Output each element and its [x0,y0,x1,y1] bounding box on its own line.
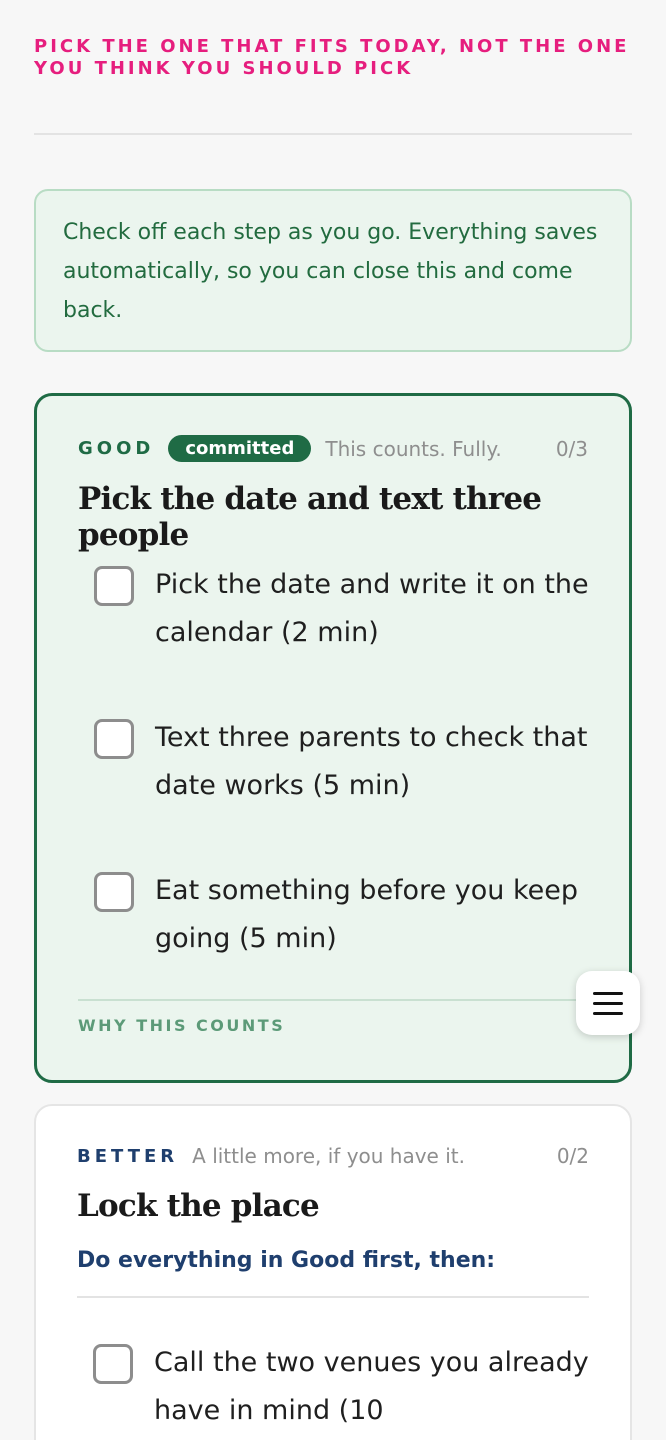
header-divider [34,133,632,135]
step-text: Eat something before you keep going (5 m… [155,875,579,954]
tier-header-better: BETTER A little more, if you have it. 0/… [77,1144,589,1168]
step-item[interactable]: Call the two venues you already have in … [93,1339,590,1435]
why-divider [78,999,588,1001]
hamburger-menu-icon[interactable] [576,971,640,1035]
tier-label-good: GOOD [78,438,155,459]
step-item[interactable]: Pick the date and write it on the calend… [94,561,589,657]
progress-count-good: 0/3 [555,436,588,461]
menu-bar [593,991,623,995]
autosave-info-box: Check off each step as you go. Everythin… [34,189,632,352]
tier-label-better: BETTER [77,1145,179,1167]
step-item[interactable]: Eat something before you keep going (5 m… [94,867,589,963]
committed-badge: committed [168,435,312,462]
autosave-info-text: Check off each step as you go. Everythin… [63,220,598,323]
tier-subtitle-good: This counts. Fully. [325,436,502,461]
step-text: Pick the date and write it on the calend… [155,569,589,648]
menu-bar [593,1001,623,1005]
step-text: Text three parents to check that date wo… [155,722,588,801]
menu-bar [593,1011,623,1015]
better-divider [77,1296,589,1298]
step-text: Call the two venues you already have in … [154,1347,589,1426]
prerequisite-note: Do everything in Good first, then: [77,1248,496,1273]
tier-header-good: GOOD committed This counts. Fully. 0/3 [78,435,588,462]
tier-card-good: GOOD committed This counts. Fully. 0/3 P… [34,393,632,1083]
progress-count-better: 0/2 [556,1144,589,1168]
tier-card-better: BETTER A little more, if you have it. 0/… [34,1104,632,1440]
card-title-good: Pick the date and text three people [78,481,542,553]
tier-subtitle-better: A little more, if you have it. [192,1144,465,1168]
card-title-better: Lock the place [77,1188,320,1224]
step-item[interactable]: Text three parents to check that date wo… [94,714,589,810]
step-checkbox[interactable] [94,872,134,912]
page-headline: PICK THE ONE THAT FITS TODAY, NOT THE ON… [34,36,630,79]
step-checkbox[interactable] [94,566,134,606]
step-checkbox[interactable] [93,1344,133,1384]
step-checkbox[interactable] [94,719,134,759]
why-this-counts-toggle[interactable]: WHY THIS COUNTS [78,1016,285,1035]
